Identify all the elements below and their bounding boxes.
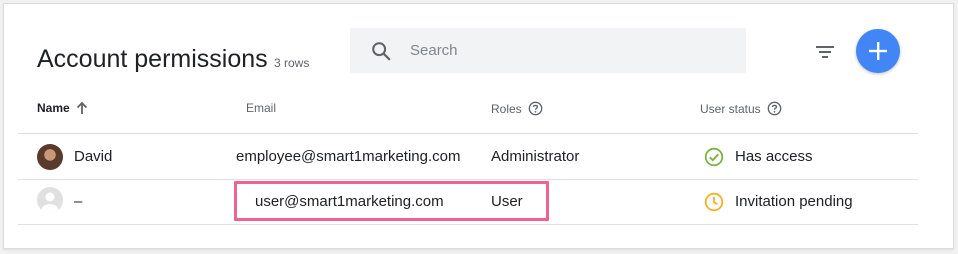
add-user-button[interactable] <box>856 29 900 73</box>
page-title: Account permissions <box>37 45 268 73</box>
search-icon <box>372 42 391 61</box>
clock-icon <box>704 192 724 212</box>
column-header-email[interactable]: Email <box>246 101 276 115</box>
help-icon[interactable] <box>767 101 782 116</box>
user-name: David <box>74 148 113 165</box>
row-divider <box>18 179 918 180</box>
user-name: – <box>74 193 83 210</box>
search-box[interactable] <box>350 28 746 73</box>
filter-icon[interactable] <box>813 40 837 64</box>
help-icon[interactable] <box>528 101 543 116</box>
column-header-status[interactable]: User status <box>700 101 782 116</box>
person-icon <box>41 192 59 213</box>
highlight-box <box>234 181 549 221</box>
search-input[interactable] <box>410 28 730 73</box>
status-badge: Has access <box>735 148 813 165</box>
check-circle-icon <box>704 147 724 167</box>
add-icon <box>869 42 887 60</box>
row-divider <box>18 224 918 225</box>
sort-ascending-icon[interactable] <box>76 101 88 115</box>
avatar-placeholder <box>37 187 63 213</box>
header-divider <box>18 133 918 134</box>
row-count: 3 rows <box>274 56 310 70</box>
user-role[interactable]: Administrator <box>491 148 579 165</box>
column-header-name[interactable]: Name <box>37 101 88 115</box>
column-header-roles[interactable]: Roles <box>491 101 543 116</box>
status-badge: Invitation pending <box>735 193 853 210</box>
avatar <box>37 144 63 170</box>
user-email: employee@smart1marketing.com <box>236 148 461 165</box>
